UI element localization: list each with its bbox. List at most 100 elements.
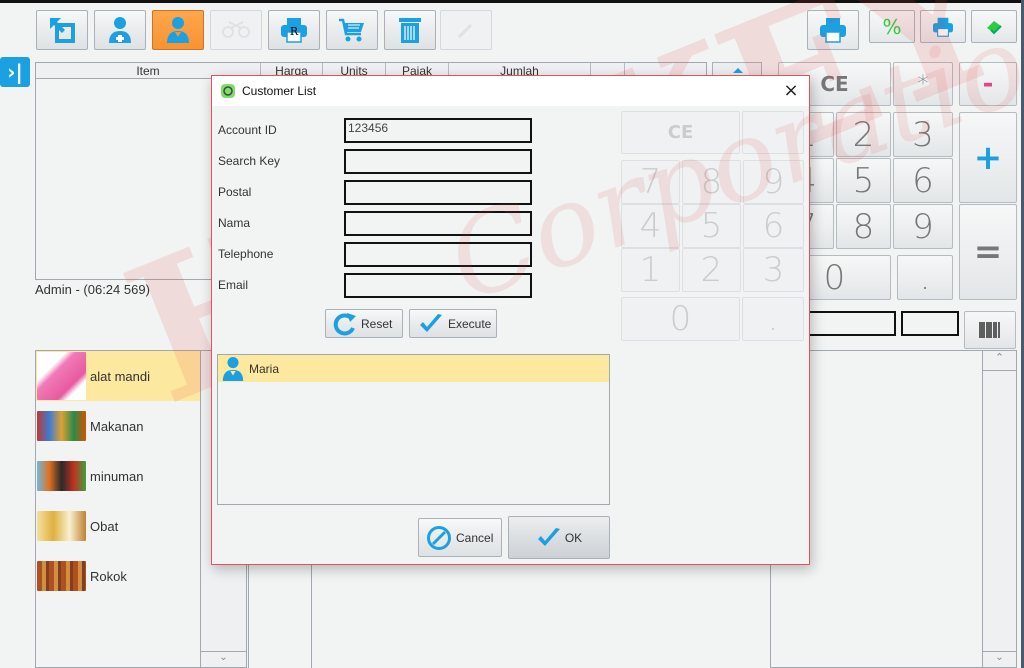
collapse-right-icon: ›| (7, 60, 23, 84)
postal-label: Postal (218, 185, 252, 199)
svg-text:R: R (290, 25, 299, 38)
chevron-down-icon[interactable]: ⌄ (983, 651, 1016, 667)
discount-button[interactable]: % (869, 10, 915, 43)
telephone-input[interactable] (344, 242, 532, 267)
keypad-equals-button[interactable]: = (959, 204, 1017, 300)
output-scrollbar[interactable]: ⌃ ⌄ (982, 350, 1017, 668)
faded-digit: 6 (743, 204, 804, 248)
keypad-digit-8[interactable]: 8 (836, 204, 891, 249)
category-thumbnail (37, 352, 86, 400)
category-thumbnail (37, 461, 86, 491)
reset-button[interactable]: Reset (325, 309, 403, 338)
faded-ce-button: CE (621, 111, 740, 154)
expand-arrow-icon (50, 18, 75, 43)
category-thumbnail (37, 511, 86, 541)
keypad-multiply-button[interactable]: * (893, 62, 953, 106)
printer-icon (933, 17, 953, 37)
quantity-input[interactable] (901, 311, 959, 336)
keypad-digit-2[interactable]: 2 (836, 112, 891, 157)
execute-label: Execute (448, 316, 492, 331)
chevron-down-icon[interactable]: ⌄ (201, 651, 246, 667)
customer-name: Maria (249, 361, 280, 376)
trash-icon (399, 18, 421, 43)
cancel-label: Cancel (456, 530, 494, 545)
print-small-button[interactable] (920, 10, 966, 43)
category-item-alat-mandi[interactable]: alat mandi (36, 351, 201, 401)
reset-label: Reset (361, 316, 393, 331)
email-label: Email (218, 278, 249, 292)
percent-icon: % (882, 14, 902, 39)
printer-icon (820, 18, 846, 43)
barcode-icon (979, 322, 1000, 338)
eraser-icon (987, 20, 1002, 34)
nama-input[interactable] (344, 211, 532, 236)
keypad-plus-button[interactable]: + (959, 112, 1017, 203)
keypad-digit-6[interactable]: 6 (893, 158, 953, 203)
add-customer-button[interactable] (94, 10, 146, 50)
split-button[interactable] (210, 10, 262, 50)
faded-digit: 2 (682, 248, 741, 292)
window-top-border (0, 0, 1024, 4)
customer-result-item[interactable]: Maria (218, 355, 609, 382)
barcode-button[interactable] (964, 311, 1016, 349)
postal-input[interactable] (344, 180, 532, 205)
keypad-decimal-button[interactable]: . (897, 255, 953, 300)
checkmark-icon (537, 527, 560, 546)
category-item-obat[interactable]: Obat (36, 501, 201, 551)
faded-key (742, 111, 804, 154)
status-line: Admin - (06:24 569) (35, 282, 150, 297)
nama-label: Nama (218, 216, 251, 230)
keypad-digit-5[interactable]: 5 (836, 158, 891, 203)
category-label: alat mandi (90, 368, 150, 384)
scissors-icon (222, 21, 250, 38)
printer-r-icon: R (281, 18, 307, 43)
faded-digit: 1 (621, 248, 680, 292)
account-id-label: Account ID (218, 123, 277, 137)
category-item-rokok[interactable]: Rokok (36, 551, 201, 601)
reprint-button[interactable]: R (268, 10, 320, 50)
user-icon (167, 17, 189, 43)
sidebar-toggle-button[interactable]: ›| (0, 57, 30, 87)
search-key-input[interactable] (344, 149, 532, 174)
execute-button[interactable]: Execute (409, 309, 497, 338)
delete-button[interactable] (384, 10, 436, 50)
category-label: Obat (90, 518, 119, 534)
category-thumbnail (37, 561, 86, 591)
category-label: Rokok (90, 568, 127, 584)
keypad-minus-button[interactable]: - (959, 62, 1017, 106)
faded-digit: 8 (682, 160, 741, 204)
cart-button[interactable] (326, 10, 378, 50)
email-input[interactable] (344, 273, 532, 298)
pencil-icon (457, 23, 473, 39)
eraser-button[interactable] (971, 10, 1017, 43)
dialog-title: Customer List (242, 84, 317, 98)
menu-toggle-button[interactable] (36, 10, 88, 50)
dialog-title-bar: Customer List (212, 76, 809, 106)
ok-button[interactable]: OK (508, 516, 610, 559)
cancel-icon (427, 525, 451, 550)
search-key-label: Search Key (218, 154, 281, 168)
edit-button[interactable] (440, 10, 492, 50)
account-id-input[interactable]: 123456 (344, 118, 532, 143)
keypad-digit-9[interactable]: 9 (893, 204, 953, 249)
customer-button[interactable] (152, 10, 204, 50)
faded-digit: 9 (743, 160, 804, 204)
chevron-up-icon[interactable]: ⌃ (983, 351, 1016, 371)
customer-results-list: Maria (217, 354, 610, 505)
close-button[interactable]: × (781, 81, 801, 101)
faded-digit: 4 (621, 204, 680, 248)
faded-digit: . (742, 297, 804, 341)
refresh-icon (333, 312, 356, 335)
keypad-digit-3[interactable]: 3 (893, 112, 953, 157)
category-item-makanan[interactable]: Makanan (36, 401, 201, 451)
category-thumbnail (37, 411, 86, 441)
category-list: alat mandi Makanan minuman Obat Rokok (35, 350, 201, 668)
print-button[interactable] (807, 10, 859, 50)
category-label: minuman (90, 468, 144, 484)
app-icon (221, 84, 235, 98)
faded-digit: 7 (621, 160, 680, 204)
category-item-minuman[interactable]: minuman (36, 451, 201, 501)
user-icon (222, 356, 244, 381)
triangle-up-icon (733, 68, 743, 73)
cancel-button[interactable]: Cancel (418, 518, 502, 557)
